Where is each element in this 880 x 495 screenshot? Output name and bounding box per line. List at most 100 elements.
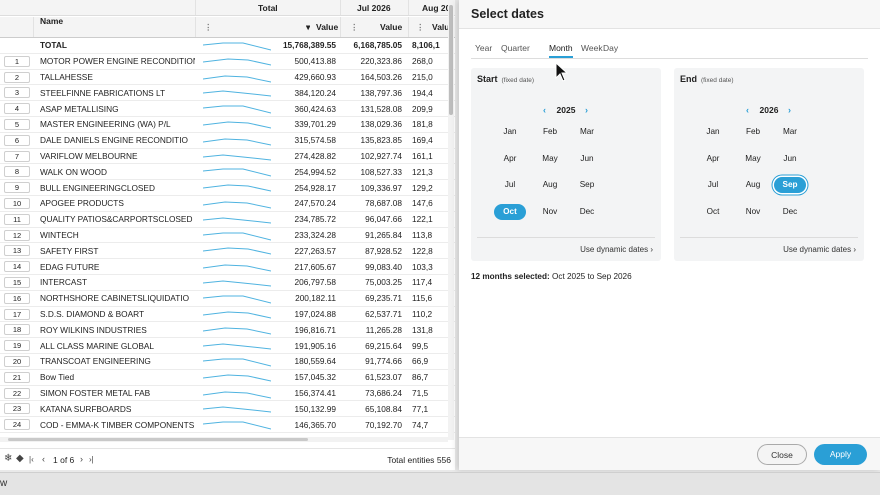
end-month-oct[interactable]: Oct xyxy=(697,204,729,220)
row-index: 9 xyxy=(4,182,30,194)
next-year-icon[interactable]: › xyxy=(585,105,588,115)
row-index: 10 xyxy=(4,198,30,209)
sort-desc-icon[interactable]: ▾ xyxy=(306,17,310,37)
row-name: TALLAHESSE xyxy=(40,71,93,82)
start-month-mar[interactable]: Mar xyxy=(571,124,603,140)
table-row[interactable]: 3 STEELFINNE FABRICATIONS LT 384,120.24 138… xyxy=(0,85,455,102)
table-row[interactable]: 6 DALE DANIELS ENGINE RECONDITIO 315,574.5… xyxy=(0,133,455,149)
value-header-total[interactable]: Value xyxy=(316,17,338,37)
start-month-nov[interactable]: Nov xyxy=(534,204,566,220)
vertical-scrollbar-thumb[interactable] xyxy=(449,5,453,115)
end-month-dec[interactable]: Dec xyxy=(774,204,806,220)
table-row[interactable]: 4 ASAP METALLISING 360,424.63 131,528.08 209… xyxy=(0,101,455,117)
column-menu-icon[interactable]: ⋮ xyxy=(204,17,213,37)
end-month-sep[interactable]: Sep xyxy=(774,177,806,193)
table-row[interactable]: 8 WALK ON WOOD 254,994.52 108,527.33 121,3 xyxy=(0,164,455,181)
table-row[interactable]: 23 KATANA SURFBOARDS 150,132.99 65,108.84 77… xyxy=(0,401,455,418)
table-row[interactable]: 5 MASTER ENGINEERING (WA) P/L 339,701.29 13… xyxy=(0,117,455,133)
row-index: 1 xyxy=(4,55,30,67)
end-dynamic-dates-link[interactable]: Use dynamic dates › xyxy=(783,245,856,254)
start-month-feb[interactable]: Feb xyxy=(534,124,566,140)
cell-total: 157,045.32 xyxy=(294,372,336,383)
cell-aug: 194,4 xyxy=(412,87,433,98)
tab-week[interactable]: Week xyxy=(581,43,603,53)
table-row[interactable]: 24 COD - EMMA-K TIMBER COMPONENTS 146,365.… xyxy=(0,417,455,433)
start-dynamic-dates-link[interactable]: Use dynamic dates › xyxy=(580,245,653,254)
table-row[interactable]: 21 Bow Tied 157,045.32 61,523.07 86,7 xyxy=(0,370,455,386)
end-month-nov[interactable]: Nov xyxy=(737,204,769,220)
table-row[interactable]: 9 BULL ENGINEERINGCLOSED 254,928.17 109,336… xyxy=(0,180,455,196)
table-row[interactable]: 19 ALL CLASS MARINE GLOBAL 191,905.16 69,21… xyxy=(0,338,455,354)
column-menu-icon[interactable]: ⋮ xyxy=(350,17,359,37)
table-row[interactable]: 14 EDAG FUTURE 217,605.67 99,083.40 103,3 xyxy=(0,259,455,275)
horizontal-scrollbar-thumb[interactable] xyxy=(8,438,308,441)
start-month-may[interactable]: May xyxy=(534,151,566,167)
snowflake-icon[interactable]: ❄ xyxy=(4,453,12,464)
end-month-jul[interactable]: Jul xyxy=(697,177,729,193)
cell-aug: 66,9 xyxy=(412,356,429,367)
end-month-apr[interactable]: Apr xyxy=(697,151,729,167)
start-dynamic-label[interactable]: Use dynamic dates xyxy=(580,245,648,254)
table-row[interactable]: 15 INTERCAST 206,797.58 75,003.25 117,4 xyxy=(0,275,455,291)
total-entities-label: Total entities xyxy=(387,455,435,465)
table-row[interactable]: 12 WINTECH 233,324.28 91,265.84 113,8 xyxy=(0,228,455,244)
table-row[interactable]: 16 NORTHSHORE CABINETSLIQUIDATIO 200,182.1… xyxy=(0,291,455,307)
name-header[interactable]: Name xyxy=(40,16,63,26)
sparkline xyxy=(203,121,271,129)
cell-aug: 147,6 xyxy=(412,198,433,209)
start-month-oct[interactable]: Oct xyxy=(494,203,526,220)
end-month-mar[interactable]: Mar xyxy=(774,124,806,140)
table-row[interactable]: 13 SAFETY FIRST 227,263.57 87,928.52 122,8 xyxy=(0,243,455,260)
start-month-jan[interactable]: Jan xyxy=(494,124,526,140)
table-row[interactable]: 17 S.D.S. DIAMOND & BOART 197,024.88 62,537… xyxy=(0,307,455,323)
start-month-dec[interactable]: Dec xyxy=(571,204,603,220)
row-name: Bow Tied xyxy=(40,372,75,383)
prev-year-icon[interactable]: ‹ xyxy=(746,105,749,115)
table-row[interactable]: 2 TALLAHESSE 429,660.93 164,503.26 215,0 xyxy=(0,70,455,86)
end-month-feb[interactable]: Feb xyxy=(737,124,769,140)
tab-year[interactable]: Year xyxy=(475,43,492,53)
start-month-apr[interactable]: Apr xyxy=(494,151,526,167)
cell-aug: 110,2 xyxy=(412,308,433,319)
start-month-jul[interactable]: Jul xyxy=(494,177,526,193)
cell-total: 150,132.99 xyxy=(294,403,336,414)
next-page-icon[interactable]: › xyxy=(80,454,83,464)
last-page-icon[interactable]: ›| xyxy=(89,455,94,464)
tab-month[interactable]: Month xyxy=(549,43,573,58)
table-row[interactable]: 1 MOTOR POWER ENGINE RECONDITION 500,413.8… xyxy=(0,54,455,70)
table-row[interactable]: 18 ROY WILKINS INDUSTRIES 196,816.71 11,265… xyxy=(0,322,455,339)
next-year-icon[interactable]: › xyxy=(788,105,791,115)
cell-total: 429,660.93 xyxy=(294,71,336,82)
data-grid: Total Jul 2026 Aug 20 ⋮ ▾ Value ⋮ Value … xyxy=(0,0,455,470)
prev-year-icon[interactable]: ‹ xyxy=(543,105,546,115)
end-month-aug[interactable]: Aug xyxy=(737,177,769,193)
layers-icon[interactable]: ◆ xyxy=(16,453,24,464)
start-month-jun[interactable]: Jun xyxy=(571,151,603,167)
sparkline xyxy=(203,154,271,161)
row-index: 21 xyxy=(4,371,30,383)
end-month-jan[interactable]: Jan xyxy=(697,124,729,140)
start-month-sep[interactable]: Sep xyxy=(571,177,603,193)
prev-page-icon[interactable]: ‹ xyxy=(42,454,45,464)
cell-jul: 96,047.66 xyxy=(365,214,402,225)
table-row[interactable]: 20 TRANSCOAT ENGINEERING 180,559.64 91,774.… xyxy=(0,354,455,370)
start-month-aug[interactable]: Aug xyxy=(534,177,566,193)
table-row[interactable]: 22 SIMON FOSTER METAL FAB 156,374.41 73,686… xyxy=(0,386,455,402)
table-row[interactable]: 10 APOGEE PRODUCTS 247,570.24 78,687.08 147,… xyxy=(0,196,455,212)
row-index: 17 xyxy=(4,308,30,320)
end-month-jun[interactable]: Jun xyxy=(774,151,806,167)
close-button[interactable]: Close xyxy=(757,444,807,465)
value-header-jul[interactable]: Value xyxy=(380,17,402,37)
end-dynamic-label[interactable]: Use dynamic dates xyxy=(783,245,851,254)
table-row[interactable]: 11 QUALITY PATIOS&CARPORTSCLOSED 234,785.7… xyxy=(0,212,455,228)
tab-quarter[interactable]: Quarter xyxy=(501,43,530,53)
end-month-may[interactable]: May xyxy=(737,151,769,167)
tab-day[interactable]: Day xyxy=(603,43,618,53)
row-index: 15 xyxy=(4,277,30,288)
column-menu-icon[interactable]: ⋮ xyxy=(416,17,425,37)
cell-total: 234,785.72 xyxy=(294,214,336,225)
row-name: INTERCAST xyxy=(40,277,88,288)
first-page-icon[interactable]: |‹ xyxy=(29,455,34,464)
apply-button[interactable]: Apply xyxy=(814,444,867,465)
table-row[interactable]: 7 VARIFLOW MELBOURNE 274,428.82 102,927.74 1… xyxy=(0,149,455,165)
